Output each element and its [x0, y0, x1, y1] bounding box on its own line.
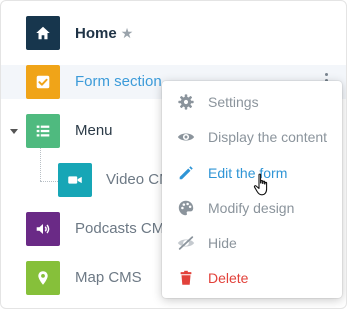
tree-item-home[interactable]: Home ★ [1, 16, 346, 50]
tree-item-label: Form section [75, 73, 162, 90]
eye-slash-icon [177, 234, 195, 252]
list-icon [26, 114, 60, 148]
eye-icon [177, 128, 195, 146]
palette-icon [177, 199, 195, 217]
page-tree-panel: Home ★ Form section Menu Video CMS Podca… [0, 0, 347, 309]
trash-icon [177, 269, 195, 287]
tree-item-label: Home [75, 25, 117, 42]
video-camera-icon [58, 163, 92, 197]
favorite-star-icon[interactable]: ★ [121, 25, 134, 41]
tree-item-label: Podcasts CMS [75, 220, 175, 237]
checkbox-icon [26, 65, 60, 99]
context-menu: Settings Display the content Edit the fo… [162, 81, 342, 298]
home-icon [26, 16, 60, 50]
map-pin-icon [26, 261, 60, 295]
menu-item-delete[interactable]: Delete [162, 261, 342, 295]
menu-item-label: Delete [208, 270, 249, 286]
tree-item-label: Map CMS [75, 269, 142, 286]
menu-item-hide[interactable]: Hide [162, 226, 342, 260]
menu-item-settings[interactable]: Settings [162, 85, 342, 119]
menu-item-modify-design[interactable]: Modify design [162, 191, 342, 225]
menu-item-display-content[interactable]: Display the content [162, 120, 342, 154]
speaker-icon [26, 212, 60, 246]
hand-cursor-icon [253, 173, 273, 197]
pencil-icon [177, 164, 195, 182]
menu-item-label: Edit the form [208, 165, 288, 181]
menu-item-label: Hide [208, 235, 237, 251]
tree-item-label: Menu [75, 122, 113, 139]
menu-item-edit-form[interactable]: Edit the form [162, 156, 342, 190]
menu-item-label: Display the content [208, 129, 328, 145]
menu-item-label: Modify design [208, 200, 295, 216]
gear-icon [177, 93, 195, 111]
menu-item-label: Settings [208, 94, 259, 110]
